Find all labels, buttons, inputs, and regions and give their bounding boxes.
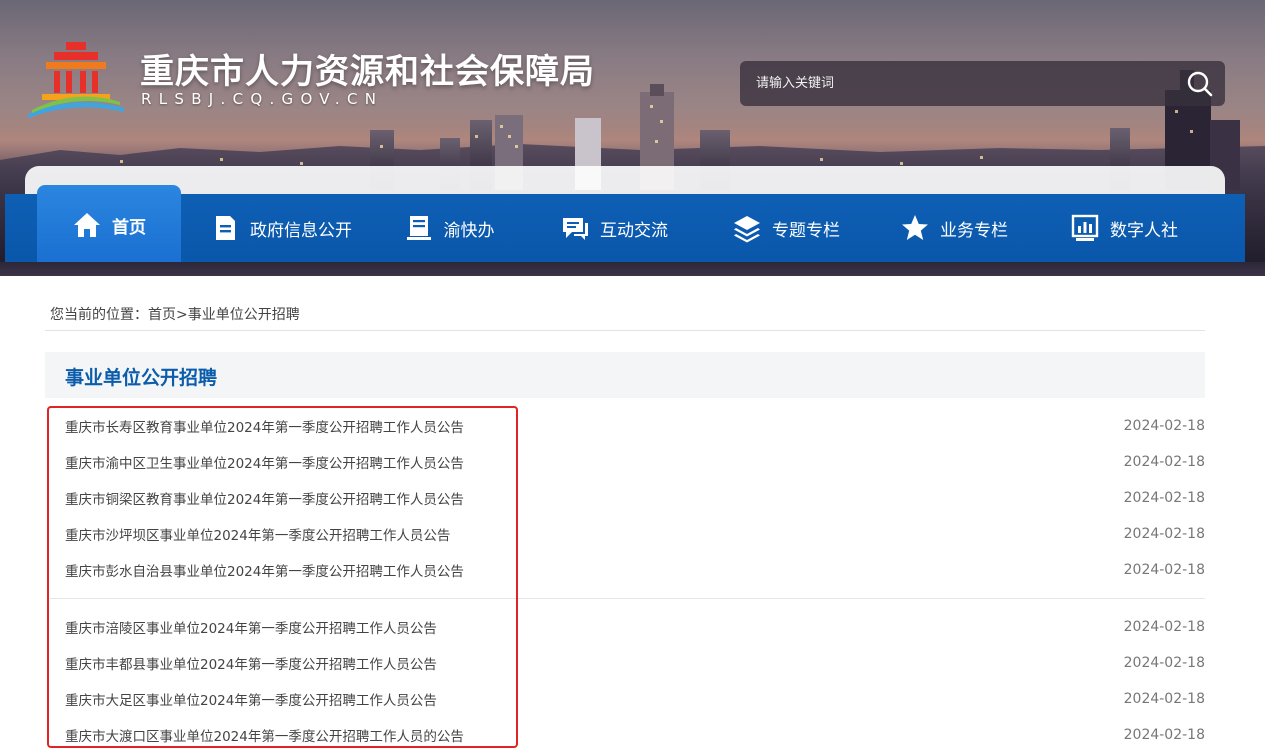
nav-item-digital[interactable]: 数字人社 [1055,194,1193,262]
breadcrumb-separator: > [176,307,188,323]
article-link[interactable]: 重庆市彭水自治县事业单位2024年第一季度公开招聘工作人员公告 [45,560,464,580]
list-item: 重庆市大足区事业单位2024年第一季度公开招聘工作人员公告 2024-02-18 [45,681,1205,717]
list-item: 重庆市铜梁区教育事业单位2024年第一季度公开招聘工作人员公告 2024-02-… [45,480,1205,516]
nav-item-special-topics[interactable]: 专题专栏 [717,194,855,262]
breadcrumb-current[interactable]: 事业单位公开招聘 [188,307,300,323]
article-date: 2024-02-18 [1123,727,1205,743]
search-icon[interactable] [1185,69,1215,99]
article-date: 2024-02-18 [1123,418,1205,434]
chart-icon [1071,214,1099,241]
nav-item-interaction[interactable]: 互动交流 [545,194,683,262]
article-date: 2024-02-18 [1123,691,1205,707]
list-item: 重庆市沙坪坝区事业单位2024年第一季度公开招聘工作人员公告 2024-02-1… [45,516,1205,552]
article-link[interactable]: 重庆市铜梁区教育事业单位2024年第一季度公开招聘工作人员公告 [45,488,464,508]
article-date: 2024-02-18 [1123,619,1205,635]
list-item: 重庆市彭水自治县事业单位2024年第一季度公开招聘工作人员公告 2024-02-… [45,552,1205,588]
main-nav: 首页 政府信息公开 渝快办 互动交流 专题专栏 业务专栏 数字人社 [5,185,1245,265]
article-link[interactable]: 重庆市大渡口区事业单位2024年第一季度公开招聘工作人员的公告 [45,725,464,745]
nav-item-label: 渝快办 [443,220,495,241]
article-list: 重庆市长寿区教育事业单位2024年第一季度公开招聘工作人员公告 2024-02-… [45,408,1205,753]
section-title: 事业单位公开招聘 [65,367,218,389]
article-link[interactable]: 重庆市渝中区卫生事业单位2024年第一季度公开招聘工作人员公告 [45,452,464,472]
nav-item-label: 专题专栏 [772,220,840,241]
site-logo[interactable] [24,38,128,118]
section-header: 事业单位公开招聘 [45,352,1205,398]
chat-icon [563,218,588,240]
article-link[interactable]: 重庆市沙坪坝区事业单位2024年第一季度公开招聘工作人员公告 [45,524,450,544]
site-domain: RLSBJ.CQ.GOV.CN [141,90,384,108]
article-link[interactable]: 重庆市丰都县事业单位2024年第一季度公开招聘工作人员公告 [45,653,437,673]
nav-item-gov-info[interactable]: 政府信息公开 [201,194,361,262]
list-item: 重庆市大渡口区事业单位2024年第一季度公开招聘工作人员的公告 2024-02-… [45,717,1205,753]
nav-item-label: 数字人社 [1110,220,1178,241]
nav-item-business[interactable]: 业务专栏 [885,194,1023,262]
list-item: 重庆市长寿区教育事业单位2024年第一季度公开招聘工作人员公告 2024-02-… [45,408,1205,444]
nav-item-yukuaiban[interactable]: 渝快办 [390,194,508,262]
list-item: 重庆市丰都县事业单位2024年第一季度公开招聘工作人员公告 2024-02-18 [45,645,1205,681]
nav-item-label: 政府信息公开 [250,220,352,241]
list-item: 重庆市渝中区卫生事业单位2024年第一季度公开招聘工作人员公告 2024-02-… [45,444,1205,480]
nav-item-home[interactable]: 首页 [37,185,181,265]
site-title[interactable]: 重庆市人力资源和社会保障局 [140,44,595,93]
nav-bottom-strip [0,262,1265,276]
article-link[interactable]: 重庆市涪陵区事业单位2024年第一季度公开招聘工作人员公告 [45,617,437,637]
layers-icon [734,216,760,243]
book-icon [406,216,431,240]
article-link[interactable]: 重庆市长寿区教育事业单位2024年第一季度公开招聘工作人员公告 [45,416,464,436]
article-date: 2024-02-18 [1123,562,1205,578]
article-date: 2024-02-18 [1123,655,1205,671]
article-link[interactable]: 重庆市大足区事业单位2024年第一季度公开招聘工作人员公告 [45,689,437,709]
star-icon [902,215,928,240]
list-group-divider [45,588,1205,609]
breadcrumb-divider [45,330,1205,331]
breadcrumb-prefix: 您当前的位置： [50,307,148,323]
list-item: 重庆市涪陵区事业单位2024年第一季度公开招聘工作人员公告 2024-02-18 [45,609,1205,645]
nav-item-label: 互动交流 [600,220,668,241]
article-date: 2024-02-18 [1123,526,1205,542]
home-icon [74,213,100,237]
nav-item-label: 业务专栏 [940,220,1008,241]
search-box [740,61,1225,106]
breadcrumb-home-link[interactable]: 首页 [148,307,176,323]
main-content: 您当前的位置：首页>事业单位公开招聘 事业单位公开招聘 重庆市长寿区教育事业单位… [25,276,1245,755]
breadcrumb: 您当前的位置：首页>事业单位公开招聘 [50,304,300,324]
article-date: 2024-02-18 [1123,454,1205,470]
nav-item-label: 首页 [112,217,146,238]
search-input[interactable] [740,61,1160,106]
document-icon [216,216,235,240]
article-date: 2024-02-18 [1123,490,1205,506]
